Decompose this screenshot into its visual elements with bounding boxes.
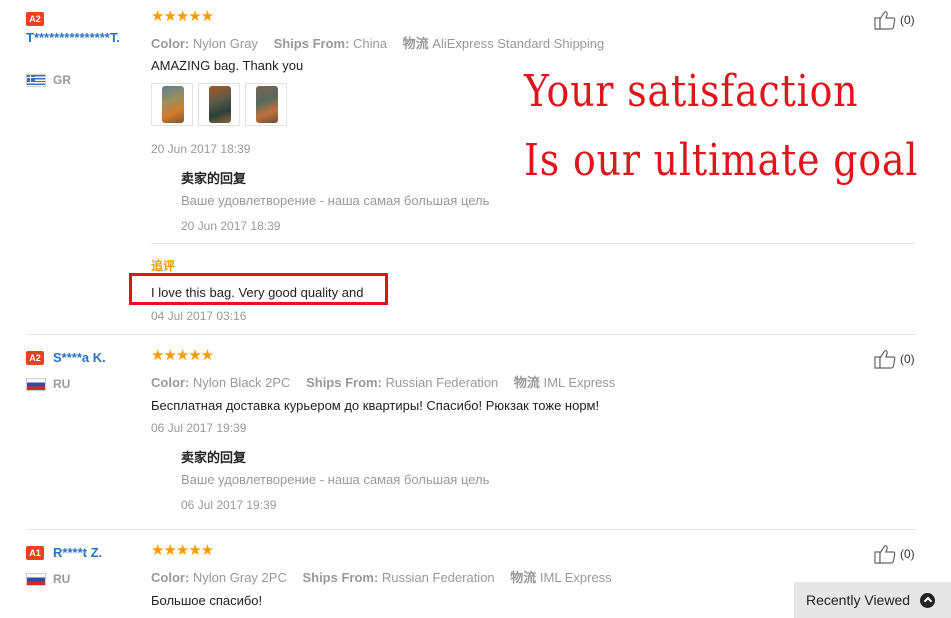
ships-from-label: Ships From: <box>306 375 382 390</box>
ships-from-value: Russian Federation <box>385 375 499 390</box>
chevron-up-icon <box>920 592 936 608</box>
highlight-box <box>129 273 388 305</box>
color-label: Color: <box>151 36 190 51</box>
order-attributes: Color: Nylon Black 2PC Ships From: Russi… <box>151 372 615 391</box>
recently-viewed-button[interactable]: Recently Viewed <box>794 582 951 618</box>
helpful-count: (0) <box>900 547 915 561</box>
buyer-country: GR <box>26 73 71 87</box>
helpful-button[interactable]: (0) <box>874 10 915 30</box>
seller-reply-text: Ваше удовлетворение - наша самая большая… <box>181 193 490 208</box>
order-attributes: Color: Nylon Gray Ships From: China 物流 A… <box>151 33 604 52</box>
thumbs-up-icon <box>874 11 896 30</box>
buyer-name[interactable]: R****t Z. <box>53 545 102 560</box>
color-label: Color: <box>151 570 190 585</box>
overlay-slogan-line-1: Your satisfaction <box>524 66 859 117</box>
logistics-label: 物流 <box>510 570 537 585</box>
overlay-slogan-line-2: Is our ultimate goal <box>524 135 919 186</box>
seller-reply-text: Ваше удовлетворение - наша самая большая… <box>181 472 490 487</box>
logistics-label: 物流 <box>402 36 429 51</box>
russia-flag-icon <box>26 377 46 391</box>
review-photo-thumbnail[interactable] <box>245 83 287 126</box>
review-photo-thumbnail[interactable] <box>198 83 240 126</box>
helpful-count: (0) <box>900 13 915 27</box>
helpful-button[interactable]: (0) <box>874 544 915 564</box>
country-code: RU <box>53 572 71 586</box>
seller-reply-date: 20 Jun 2017 18:39 <box>181 219 281 233</box>
color-value: Nylon Gray <box>192 36 258 51</box>
buyer-name[interactable]: T***************T. <box>26 30 158 45</box>
review-item: A2 S****a K. RU ★★★★★ Color: Nylon Black… <box>0 335 951 529</box>
rating-stars: ★★★★★ <box>151 8 214 25</box>
review-date: 20 Jun 2017 18:39 <box>151 142 251 156</box>
greece-flag-icon <box>26 73 46 87</box>
logistics-value: IML Express <box>543 375 616 390</box>
review-text: AMAZING bag. Thank you <box>151 58 304 73</box>
review-text: Большое спасибо! <box>151 593 263 608</box>
ships-from-value: China <box>353 36 387 51</box>
review-text: Бесплатная доставка курьером до квартиры… <box>151 398 600 413</box>
helpful-button[interactable]: (0) <box>874 349 915 369</box>
thumbs-up-icon <box>874 545 896 564</box>
buyer-level-badge: A2 <box>26 351 44 365</box>
color-value: Nylon Black 2PC <box>192 375 291 390</box>
review-photo-thumbnail[interactable] <box>151 83 193 126</box>
logistics-value: AliExpress Standard Shipping <box>432 36 605 51</box>
review-date: 06 Jul 2017 19:39 <box>151 421 247 435</box>
seller-reply-title: 卖家的回复 <box>181 171 247 186</box>
review-photos <box>151 83 287 126</box>
logistics-label: 物流 <box>513 375 540 390</box>
country-code: RU <box>53 377 71 391</box>
color-label: Color: <box>151 375 190 390</box>
ships-from-label: Ships From: <box>302 570 379 585</box>
buyer-level-badge: A2 <box>26 12 44 26</box>
buyer-name[interactable]: S****a K. <box>53 350 106 365</box>
rating-stars: ★★★★★ <box>151 542 214 559</box>
color-value: Nylon Gray 2PC <box>192 570 287 585</box>
country-code: GR <box>53 73 71 87</box>
rating-stars: ★★★★★ <box>151 347 214 364</box>
buyer-country: RU <box>26 377 70 391</box>
followup-date: 04 Jul 2017 03:16 <box>151 309 247 323</box>
russia-flag-icon <box>26 572 46 586</box>
ships-from-label: Ships From: <box>273 36 350 51</box>
divider <box>151 243 915 244</box>
followup-label: 追评 <box>151 259 176 273</box>
helpful-count: (0) <box>900 352 915 366</box>
ships-from-value: Russian Federation <box>381 570 495 585</box>
seller-reply-date: 06 Jul 2017 19:39 <box>181 498 277 512</box>
recently-viewed-label: Recently Viewed <box>806 592 911 608</box>
buyer-level-badge: A1 <box>26 546 44 560</box>
logistics-value: IML Express <box>539 570 612 585</box>
seller-reply-title: 卖家的回复 <box>181 450 247 465</box>
thumbs-up-icon <box>874 350 896 369</box>
buyer-country: RU <box>26 572 70 586</box>
order-attributes: Color: Nylon Gray 2PC Ships From: Russia… <box>151 567 612 586</box>
